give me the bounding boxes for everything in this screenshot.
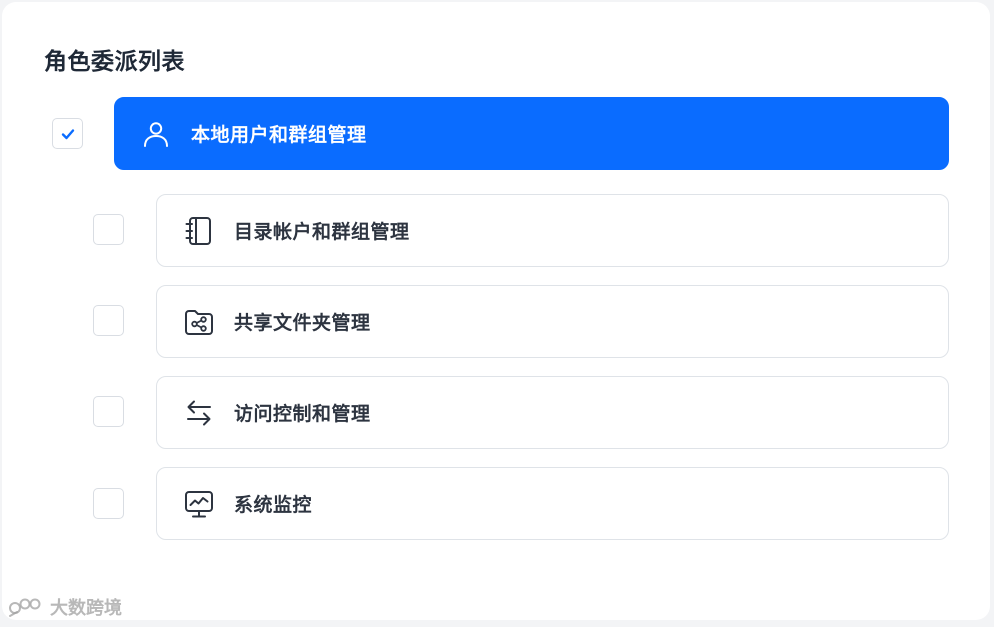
notebook-icon (182, 214, 216, 248)
role-item-system-monitoring[interactable]: 系统监控 (156, 467, 949, 540)
checkmark-icon (61, 128, 74, 139)
role-item-label: 系统监控 (234, 494, 313, 516)
user-icon (139, 117, 173, 151)
role-item-access-control[interactable]: 访问控制和管理 (156, 376, 949, 449)
arrows-exchange-icon (182, 396, 216, 430)
role-item-shared-folders[interactable]: 共享文件夹管理 (156, 285, 949, 358)
checkbox-system-monitoring[interactable] (93, 488, 124, 519)
checkbox-access-control[interactable] (93, 396, 124, 427)
monitor-chart-icon (182, 487, 216, 521)
role-item-label: 访问控制和管理 (234, 403, 371, 425)
role-item-label: 共享文件夹管理 (234, 312, 371, 334)
watermark: 大数跨境 (8, 594, 122, 620)
role-item-label: 目录帐户和群组管理 (234, 221, 410, 243)
role-item-directory-accounts-groups[interactable]: 目录帐户和群组管理 (156, 194, 949, 267)
role-item-local-users-groups[interactable]: 本地用户和群组管理 (114, 97, 949, 170)
watermark-logo-icon (8, 596, 46, 618)
checkbox-local-users-groups[interactable] (52, 118, 83, 149)
shared-folder-icon (182, 305, 216, 339)
watermark-text: 大数跨境 (50, 598, 122, 619)
checkbox-shared-folders[interactable] (93, 305, 124, 336)
checkbox-directory-accounts-groups[interactable] (93, 214, 124, 245)
panel-title: 角色委派列表 (44, 49, 185, 75)
role-item-label: 本地用户和群组管理 (191, 124, 367, 146)
